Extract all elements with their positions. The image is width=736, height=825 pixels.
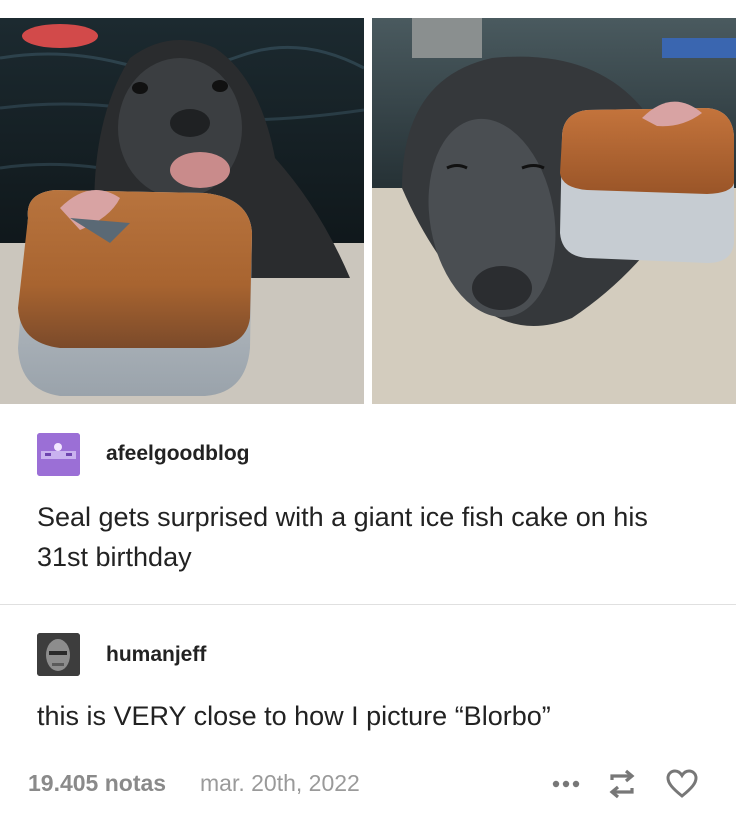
avatar[interactable] <box>37 633 80 676</box>
reblog-text: this is VERY close to how I picture “Blo… <box>37 701 551 731</box>
post-username[interactable]: afeelgoodblog <box>106 442 250 466</box>
photo-set <box>0 0 736 404</box>
seal-with-cake-photo[interactable] <box>0 18 364 404</box>
post-footer: 19.405 notas mar. 20th, 2022 <box>0 760 736 810</box>
notes-count[interactable]: 19.405 notas <box>28 770 166 797</box>
post-text: Seal gets surprised with a giant ice fis… <box>37 502 648 572</box>
seal-hugging-cake-photo[interactable] <box>372 18 736 404</box>
heart-icon[interactable] <box>664 766 700 802</box>
divider <box>0 604 736 605</box>
reblog-username[interactable]: humanjeff <box>106 643 206 667</box>
more-icon[interactable] <box>548 766 584 802</box>
reblog-icon[interactable] <box>604 766 640 802</box>
avatar[interactable] <box>37 433 80 476</box>
post-date: mar. 20th, 2022 <box>200 770 360 796</box>
